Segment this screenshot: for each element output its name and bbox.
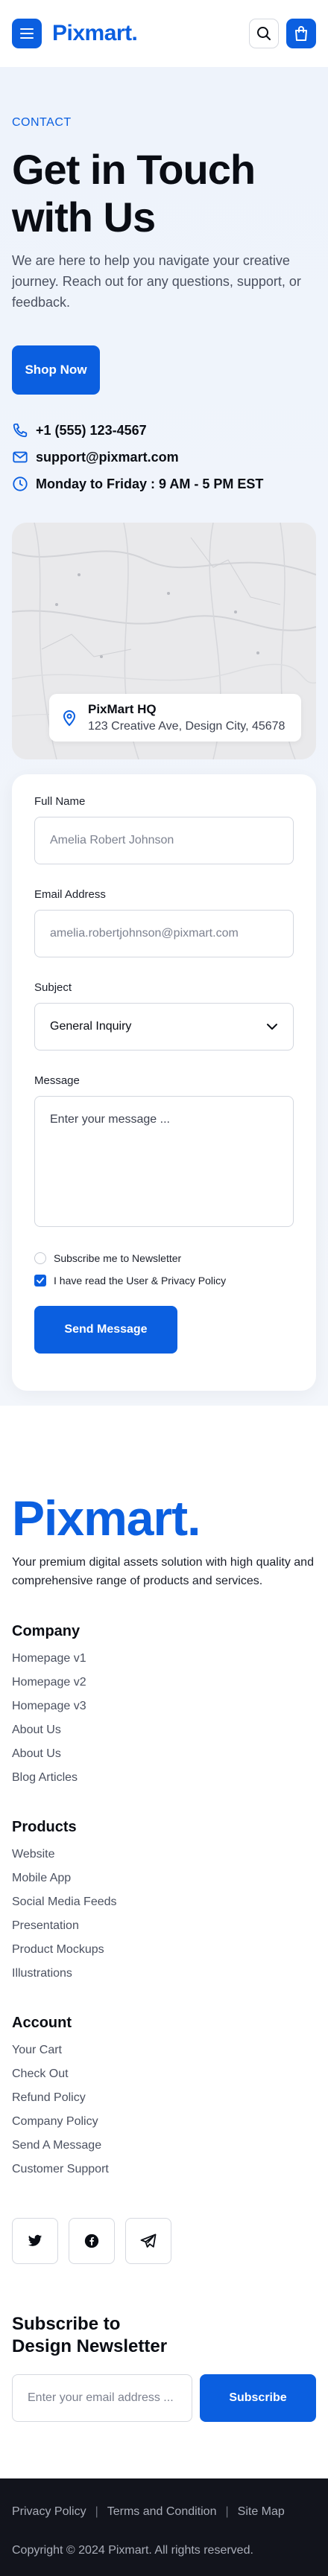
footer-products-heading: Products	[12, 1819, 77, 1835]
email-field[interactable]: amelia.robertjohnson@pixmart.com	[34, 910, 294, 957]
footer-link[interactable]: Homepage v1	[12, 1651, 316, 1667]
business-hours: Monday to Friday : 9 AM - 5 PM EST	[36, 476, 264, 491]
footer-link[interactable]: Homepage v3	[12, 1698, 316, 1715]
footer-link[interactable]: Send A Message	[12, 2137, 316, 2154]
message-label: Message	[34, 1074, 80, 1087]
cart-button[interactable]	[286, 19, 316, 48]
contact-email[interactable]: support@pixmart.com	[12, 448, 316, 466]
footer-tagline: Your premium digital assets solution wit…	[12, 1556, 314, 1587]
message-textarea[interactable]: Enter your message ...	[34, 1096, 294, 1227]
full-name-field[interactable]: Amelia Robert Johnson	[34, 817, 294, 864]
newsletter-checkbox[interactable]	[34, 1252, 46, 1264]
twitter-icon	[28, 2234, 42, 2246]
menu-button[interactable]	[12, 19, 42, 48]
subject-select[interactable]: General Inquiry	[34, 1003, 294, 1051]
section-eyebrow: CONTACT	[12, 116, 72, 129]
footer-link[interactable]: Website	[12, 1846, 316, 1863]
send-message-button[interactable]: Send Message	[34, 1306, 177, 1354]
footer-link[interactable]: About Us	[12, 1746, 316, 1762]
footer-link[interactable]: Company Policy	[12, 2114, 316, 2130]
legal-links: Privacy Policy | Terms and Condition | S…	[12, 2478, 316, 2519]
contact-phone[interactable]: +1 (555) 123-4567	[12, 421, 316, 439]
copyright-text: Copyright © 2024 Pixmart. All rights res…	[12, 2544, 253, 2557]
location-pin-icon	[63, 710, 76, 727]
facebook-button[interactable]	[69, 2218, 115, 2264]
subscribe-button[interactable]: Subscribe	[200, 2374, 316, 2422]
telegram-icon	[140, 2234, 157, 2248]
footer-link[interactable]: Illustrations	[12, 1966, 316, 1982]
shopping-bag-icon	[295, 26, 307, 41]
footer-link[interactable]: Social Media Feeds	[12, 1894, 316, 1910]
hero-description: We are here to help you navigate your cr…	[12, 253, 301, 310]
phone-icon	[13, 423, 28, 438]
footer-link[interactable]: Presentation	[12, 1918, 316, 1934]
header-logo[interactable]: Pixmart.	[52, 21, 138, 46]
location-name: PixMart HQ	[88, 702, 157, 716]
page-title-line1: Get in Touch	[12, 146, 256, 193]
newsletter-option[interactable]: Subscribe me to Newsletter	[34, 1251, 294, 1266]
footer-company-links: Homepage v1 Homepage v2 Homepage v3 Abou…	[12, 1651, 316, 1786]
privacy-option[interactable]: I have read the User & Privacy Policy	[34, 1273, 294, 1288]
footer-account-heading: Account	[12, 2015, 72, 2031]
subject-value: General Inquiry	[50, 1020, 132, 1033]
clock-icon	[13, 476, 28, 491]
newsletter-title-line1: Subscribe to	[12, 2314, 121, 2334]
contact-form: Full Name Amelia Robert Johnson Email Ad…	[12, 774, 316, 1391]
email-label: Email Address	[34, 888, 106, 901]
footer-link[interactable]: Product Mockups	[12, 1942, 316, 1958]
footer-account-links: Your Cart Check Out Refund Policy Compan…	[12, 2042, 316, 2178]
chevron-down-icon	[267, 1024, 277, 1030]
facebook-icon	[84, 2234, 99, 2248]
telegram-button[interactable]	[125, 2218, 171, 2264]
footer-link[interactable]: Mobile App	[12, 1870, 316, 1887]
page-title: Get in Touch with Us	[12, 146, 316, 241]
footer-link[interactable]: Check Out	[12, 2066, 316, 2082]
privacy-checkbox[interactable]	[34, 1275, 46, 1287]
contact-section: CONTACT Get in Touch with Us We are here…	[0, 67, 328, 1406]
mail-icon	[13, 451, 28, 463]
newsletter-email-input[interactable]: Enter your email address ...	[12, 2374, 192, 2422]
footer-company-heading: Company	[12, 1623, 81, 1639]
bottom-bar: Privacy Policy | Terms and Condition | S…	[0, 2478, 328, 2576]
privacy-option-label: I have read the User & Privacy Policy	[54, 1275, 227, 1287]
newsletter-title-line2: Design Newsletter	[12, 2336, 168, 2356]
newsletter-form: Enter your email address ... Subscribe	[12, 2374, 316, 2478]
full-name-label: Full Name	[34, 795, 86, 808]
footer-link[interactable]: Customer Support	[12, 2161, 316, 2178]
contact-details: +1 (555) 123-4567 support@pixmart.com Mo…	[12, 421, 316, 493]
newsletter-title: Subscribe to Design Newsletter	[12, 2313, 316, 2358]
site-header: Pixmart.	[0, 0, 328, 67]
email-address: support@pixmart.com	[36, 449, 179, 465]
footer-link[interactable]: Blog Articles	[12, 1770, 316, 1786]
page-title-line2: with Us	[12, 194, 156, 240]
footer-products-links: Website Mobile App Social Media Feeds Pr…	[12, 1846, 316, 1982]
newsletter-option-label: Subscribe me to Newsletter	[54, 1252, 182, 1264]
hamburger-icon	[20, 28, 34, 39]
search-icon	[257, 27, 271, 40]
shop-now-button[interactable]: Shop Now	[12, 345, 100, 395]
map-card-text: PixMart HQ 123 Creative Ave, Design City…	[88, 702, 285, 733]
location-address: 123 Creative Ave, Design City, 45678	[88, 720, 286, 733]
footer-link[interactable]: About Us	[12, 1722, 316, 1738]
footer-link[interactable]: Your Cart	[12, 2042, 316, 2059]
subject-label: Subject	[34, 981, 72, 994]
contact-hours: Monday to Friday : 9 AM - 5 PM EST	[12, 475, 316, 493]
phone-number: +1 (555) 123-4567	[36, 422, 147, 438]
social-links	[12, 2218, 316, 2264]
checkmark-icon	[37, 1278, 44, 1284]
footer-link[interactable]: Homepage v2	[12, 1674, 316, 1691]
map-location-card[interactable]: PixMart HQ 123 Creative Ave, Design City…	[49, 694, 301, 742]
location-map[interactable]: PixMart HQ 123 Creative Ave, Design City…	[12, 523, 316, 759]
header-brand: Pixmart.	[12, 19, 138, 48]
footer-logo[interactable]: Pixmart.	[12, 1492, 316, 1544]
site-footer: Pixmart. Your premium digital assets sol…	[0, 1406, 328, 2478]
footer-link[interactable]: Refund Policy	[12, 2090, 316, 2106]
search-button[interactable]	[249, 19, 279, 48]
twitter-button[interactable]	[12, 2218, 58, 2264]
header-actions	[249, 19, 316, 48]
